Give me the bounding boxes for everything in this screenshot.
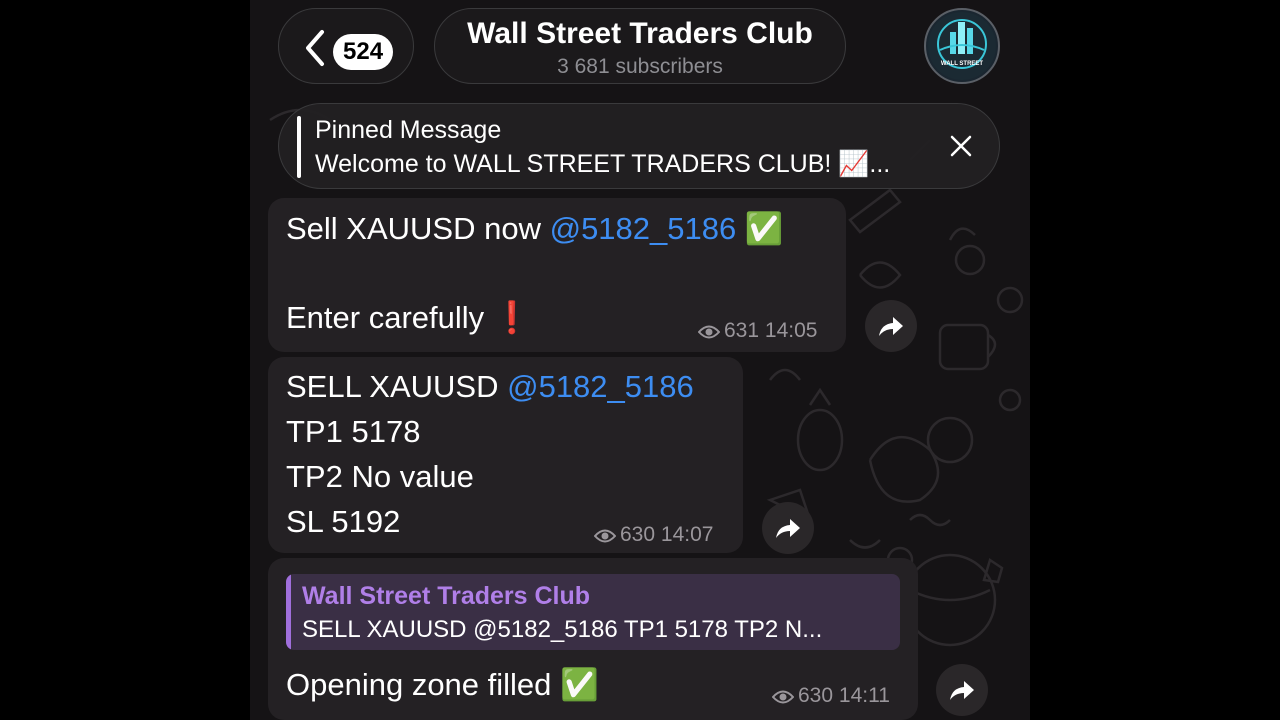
share-icon bbox=[879, 317, 903, 336]
message-bubble[interactable]: Wall Street Traders Club SELL XAUUSD @51… bbox=[268, 558, 918, 720]
view-count: 630 bbox=[620, 523, 656, 546]
close-icon[interactable] bbox=[949, 134, 973, 158]
message-text: Enter carefully ❗ bbox=[286, 299, 531, 336]
reply-accent-bar bbox=[286, 574, 291, 650]
message-text: SELL XAUUSD @5182_5186 bbox=[286, 369, 694, 405]
message-text-prefix: SELL XAUUSD bbox=[286, 369, 508, 404]
eye-icon bbox=[771, 690, 795, 704]
message-time: 14:11 bbox=[838, 684, 890, 707]
message-text-line: Opening zone filled bbox=[286, 667, 561, 702]
back-button[interactable]: 524 bbox=[278, 8, 414, 84]
reply-text: SELL XAUUSD @5182_5186 TP1 5178 TP2 N... bbox=[302, 616, 823, 643]
view-count: 631 bbox=[724, 319, 760, 342]
share-button[interactable] bbox=[865, 300, 917, 352]
reply-preview[interactable]: Wall Street Traders Club SELL XAUUSD @51… bbox=[286, 574, 900, 650]
message-meta: 630 14:11 bbox=[771, 684, 890, 708]
message-time: 14:07 bbox=[660, 523, 714, 546]
eye-icon bbox=[593, 529, 617, 543]
message-text-line: TP2 No value bbox=[286, 459, 474, 494]
subscriber-count: 3 681 subscribers bbox=[557, 55, 723, 78]
chat-title: Wall Street Traders Club bbox=[467, 17, 813, 50]
pinned-indicator bbox=[297, 116, 301, 178]
pinned-title: Pinned Message bbox=[315, 116, 502, 144]
share-button[interactable] bbox=[762, 502, 814, 554]
avatar-caption: WALL STREET bbox=[941, 61, 984, 67]
share-button[interactable] bbox=[936, 664, 988, 716]
mention-link[interactable]: @5182_5186 bbox=[550, 211, 737, 246]
share-icon bbox=[950, 681, 974, 700]
check-mark-icon: ✅ bbox=[560, 667, 599, 703]
message-bubble[interactable]: Sell XAUUSD now @5182_5186 ✅ Enter caref… bbox=[268, 198, 846, 352]
pinned-text: Welcome to WALL STREET TRADERS CLUB! 📈..… bbox=[315, 150, 891, 178]
message-text-prefix: Sell XAUUSD now bbox=[286, 211, 550, 246]
chevron-left-icon bbox=[306, 30, 324, 66]
message-time: 14:05 bbox=[764, 319, 818, 342]
chat-screen: 524 Wall Street Traders Club 3 681 subsc… bbox=[250, 0, 1030, 720]
mention-link[interactable]: @5182_5186 bbox=[507, 369, 694, 404]
channel-logo: WALL STREET bbox=[928, 12, 996, 80]
reply-author: Wall Street Traders Club bbox=[302, 582, 591, 610]
exclamation-icon: ❗ bbox=[492, 300, 532, 336]
message-text-line: Enter carefully bbox=[286, 300, 493, 335]
message-meta: 631 14:05 bbox=[697, 319, 818, 343]
unread-count-badge: 524 bbox=[333, 34, 394, 70]
message-bubble[interactable]: SELL XAUUSD @5182_5186 TP1 5178 TP2 No v… bbox=[268, 357, 743, 553]
check-mark-icon: ✅ bbox=[744, 211, 784, 247]
pinned-message-bar[interactable]: Pinned Message Welcome to WALL STREET TR… bbox=[278, 103, 1000, 189]
message-text: Sell XAUUSD now @5182_5186 ✅ bbox=[286, 210, 783, 247]
message-text-line: SL 5192 bbox=[286, 504, 401, 539]
share-icon bbox=[776, 519, 800, 538]
eye-icon bbox=[697, 325, 721, 339]
message-text: Opening zone filled ✅ bbox=[286, 666, 599, 703]
channel-avatar[interactable]: WALL STREET bbox=[924, 8, 1000, 84]
message-meta: 630 14:07 bbox=[593, 523, 714, 547]
message-text-line: TP1 5178 bbox=[286, 414, 421, 449]
chat-title-button[interactable]: Wall Street Traders Club 3 681 subscribe… bbox=[434, 8, 846, 84]
view-count: 630 bbox=[798, 684, 834, 707]
